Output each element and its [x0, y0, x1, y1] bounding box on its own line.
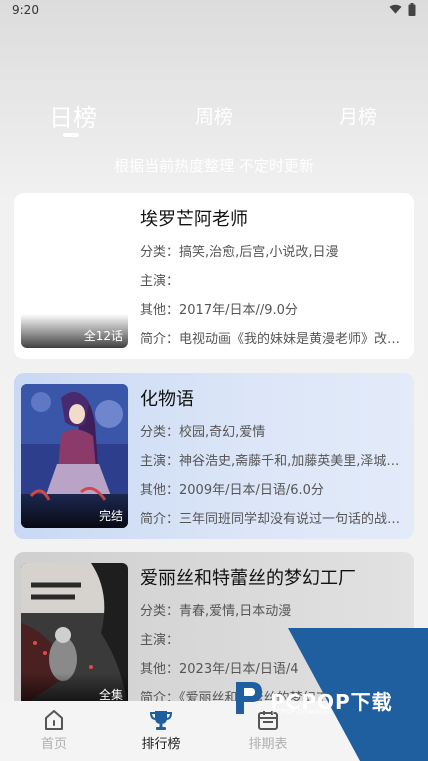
- card-category: 分类：青春,爱情,日本动漫: [140, 604, 292, 619]
- card-title: 埃罗芒阿老师: [140, 209, 248, 230]
- status-icons: [389, 3, 416, 16]
- ranking-subtitle: 根据当前热度整理 不定时更新: [114, 157, 314, 175]
- episode-badge: 完结: [98, 509, 123, 523]
- card-category: 分类：校园,奇幻,爱情: [140, 425, 266, 440]
- nav-ranking[interactable]: 排行榜: [116, 701, 206, 752]
- battery-icon: [408, 3, 416, 16]
- active-tab-indicator: [63, 133, 79, 137]
- nav-home[interactable]: 首页: [9, 701, 99, 752]
- ranking-tabs: 日榜 周榜 月榜: [0, 98, 428, 138]
- card-other: 其他：2009年/日本/日语/6.0分: [140, 483, 324, 498]
- card-cast: 主演：: [140, 274, 180, 289]
- trophy-icon: [149, 711, 173, 730]
- card-other: 其他：2017年/日本//9.0分: [140, 303, 298, 318]
- watermark-badge-icon: [236, 682, 262, 714]
- tab-daily[interactable]: 日榜: [46, 98, 100, 133]
- card-title: 爱丽丝和特蕾丝的梦幻工厂: [140, 568, 356, 589]
- anime-card[interactable]: 完结 化物语 分类：校园,奇幻,爱情 主演：神谷浩史,斋藤千和,加藤英美里,泽城…: [14, 373, 414, 539]
- card-intro: 简介：三年同班同学却没有说过一句话的战场原: [140, 512, 408, 527]
- status-time: 9:20: [12, 3, 39, 17]
- cover-image: 全12话: [21, 204, 128, 348]
- nav-label: 首页: [40, 737, 67, 752]
- cover-image: 全集: [21, 563, 128, 707]
- card-title: 化物语: [140, 389, 194, 410]
- cover-image: 完结: [21, 384, 128, 528]
- episode-badge: 全12话: [83, 329, 123, 343]
- card-info: 埃罗芒阿老师 分类：搞笑,治愈,后宫,小说改,日漫 主演： 其他：2017年/日…: [140, 205, 408, 347]
- tab-weekly[interactable]: 周榜: [186, 102, 242, 129]
- nav-label: 排行榜: [141, 737, 181, 752]
- status-bar: 9:20: [0, 0, 428, 22]
- card-intro: 简介：电视动画《我的妹妹是黄漫老师》改编自伏见司原作: [140, 332, 408, 347]
- tab-monthly[interactable]: 月榜: [330, 102, 386, 129]
- card-cast: 主演：神谷浩史,斋藤千和,加藤英美里,泽城美雪: [140, 454, 408, 469]
- card-category: 分类：搞笑,治愈,后宫,小说改,日漫: [140, 245, 339, 260]
- anime-card[interactable]: 全12话 埃罗芒阿老师 分类：搞笑,治愈,后宫,小说改,日漫 主演： 其他：20…: [14, 193, 414, 359]
- watermark-subtext: PCPOP Download: [272, 708, 333, 716]
- home-icon: [45, 710, 63, 730]
- card-info: 化物语 分类：校园,奇幻,爱情 主演：神谷浩史,斋藤千和,加藤英美里,泽城美雪 …: [140, 385, 408, 527]
- wifi-icon: [389, 4, 402, 14]
